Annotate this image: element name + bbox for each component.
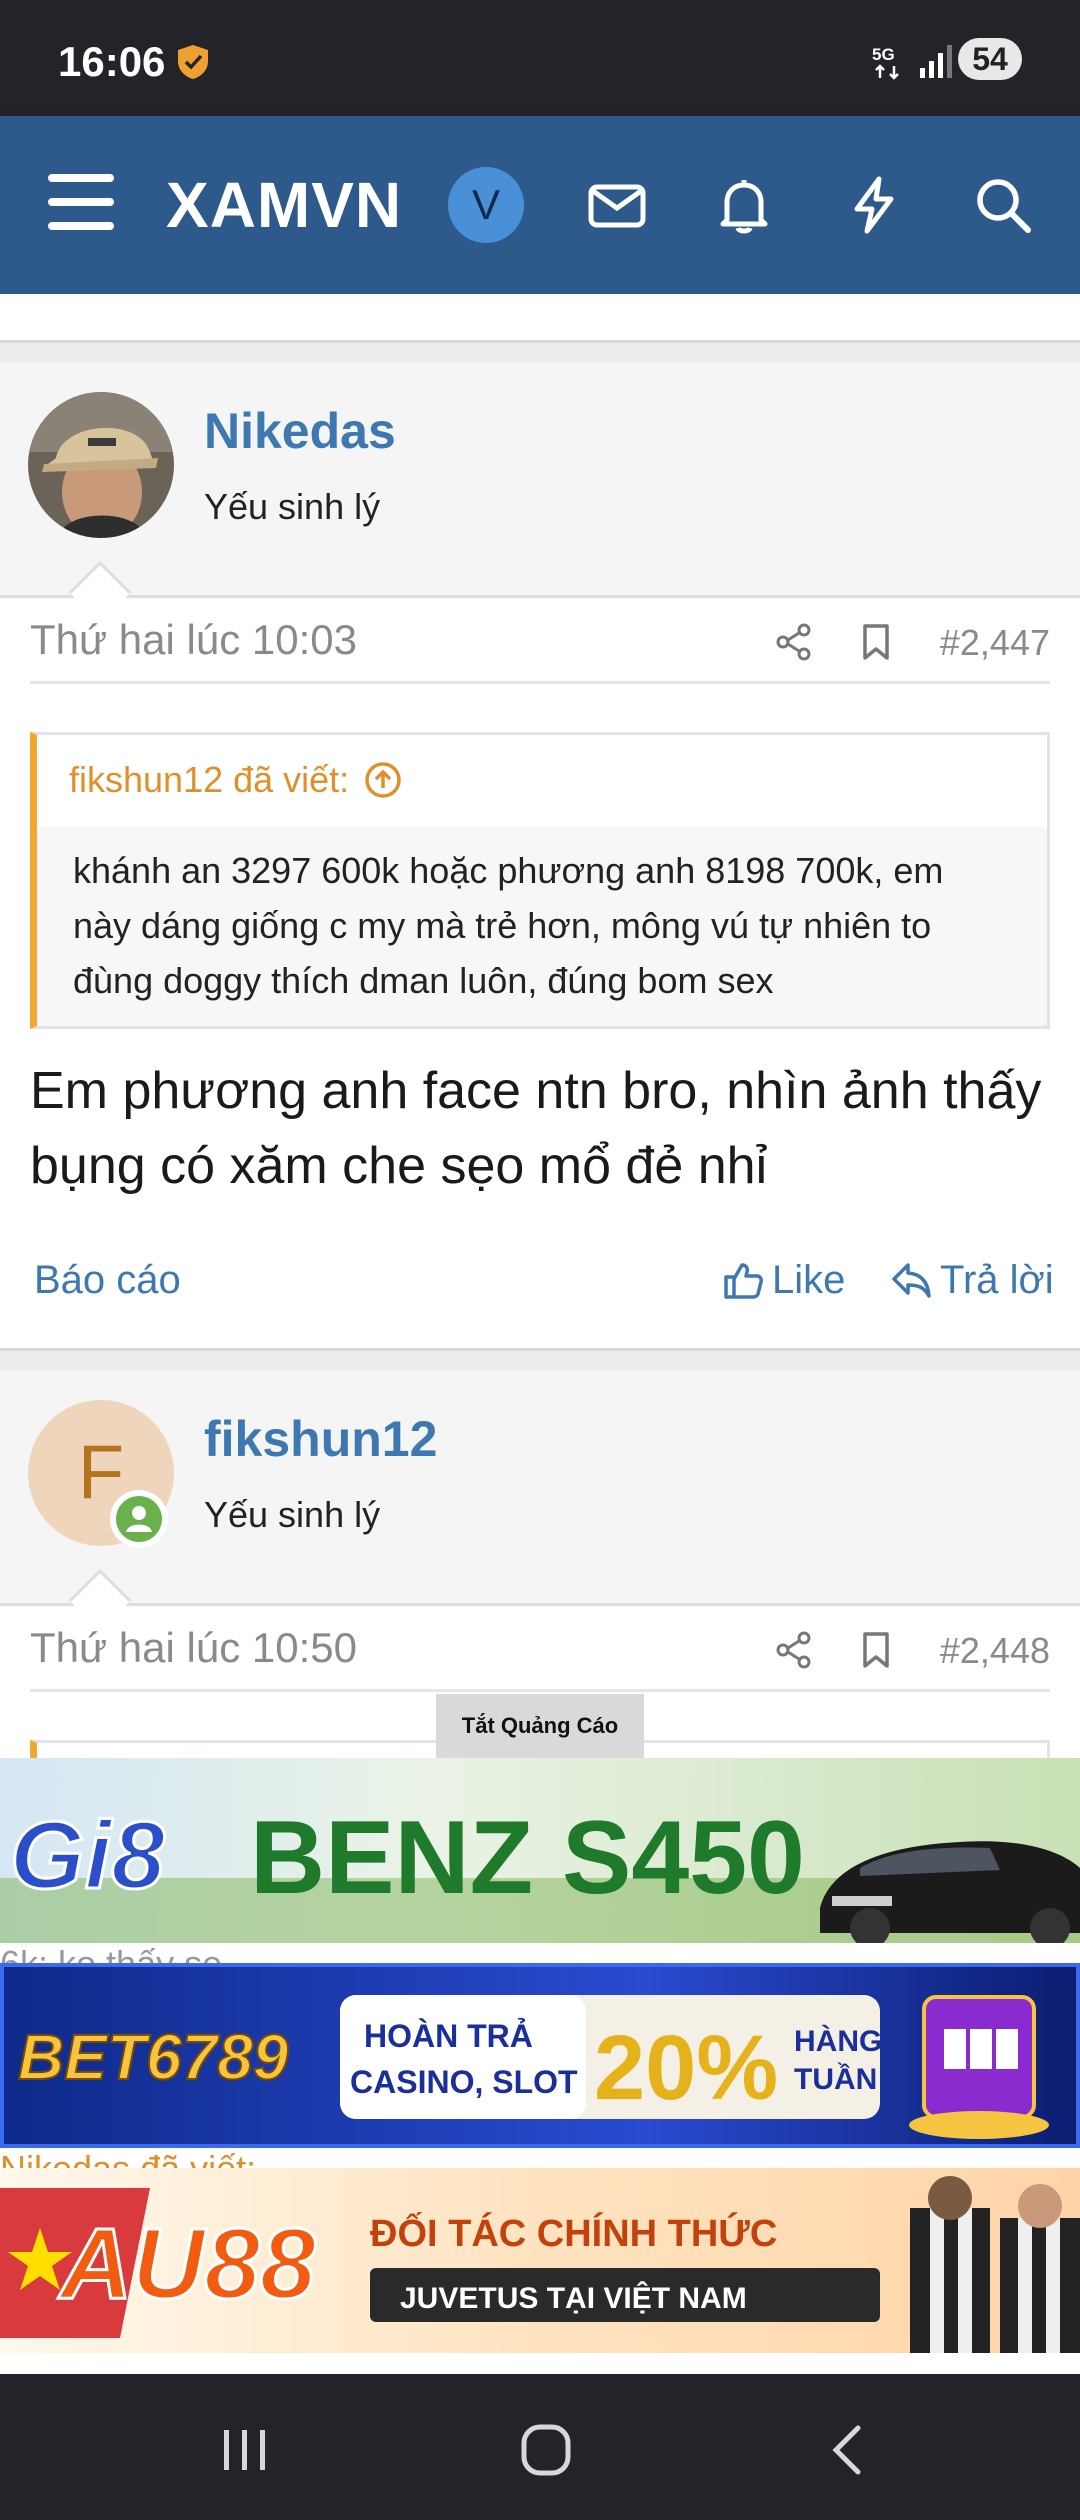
quote-author: fikshun12 đã viết:	[69, 759, 350, 800]
post-text-peek: 6k: ko thấy se	[0, 1943, 1080, 1963]
ad2-line1: HOÀN TRẢ	[364, 2018, 533, 2054]
app-header: XAMVN V	[0, 116, 1080, 294]
ad2-suffix1: HÀNG	[794, 2024, 882, 2058]
post-text: Em phương anh face ntn bro, nhìn ảnh thấ…	[30, 1062, 1042, 1195]
svg-text:5G: 5G	[872, 45, 895, 64]
online-status-icon	[110, 1490, 168, 1548]
quote-header[interactable]: fikshun12 đã viết:	[37, 735, 1047, 827]
post-number[interactable]: #2,447	[940, 622, 1050, 664]
menu-icon[interactable]	[48, 174, 114, 234]
home-icon[interactable]	[516, 2422, 576, 2478]
5g-icon: 5G	[872, 45, 899, 80]
like-button[interactable]: Like	[722, 1258, 845, 1303]
username[interactable]: Nikedas	[204, 402, 396, 460]
report-link[interactable]: Báo cáo	[34, 1258, 181, 1303]
bell-icon[interactable]	[713, 174, 775, 236]
ad-banner-au88[interactable]: AU88 ĐỐI TÁC CHÍNH THỨC JUVETUS TẠI VIỆT…	[0, 2168, 1080, 2353]
system-nav-bar	[0, 2374, 1080, 2520]
arrow-up-circle-icon[interactable]	[363, 760, 403, 800]
quote-block: fikshun12 đã viết: khánh an 3297 600k ho…	[30, 732, 1050, 1029]
ad-banner-gi8[interactable]: Gi8 BENZ S450	[0, 1758, 1080, 1943]
bookmark-icon[interactable]	[856, 1630, 896, 1670]
post-divider	[0, 1348, 1080, 1370]
ad2-brand: BET6789	[18, 2021, 289, 2093]
site-logo[interactable]: XAMVN	[166, 168, 402, 242]
search-icon[interactable]	[972, 174, 1034, 236]
post-meta: Thứ hai lúc 10:50 #2,448	[30, 1612, 1050, 1692]
share-icon[interactable]	[774, 1630, 814, 1670]
ad-banner-bet6789[interactable]: BET6789 HOÀN TRẢ CASINO, SLOT 20% HÀNG T…	[0, 1963, 1080, 2148]
ad3-brand: AU88	[57, 2208, 316, 2320]
thumbs-up-icon	[724, 1263, 763, 1299]
post-meta: Thứ hai lúc 10:03 #2,447	[30, 604, 1050, 684]
post-date[interactable]: Thứ hai lúc 10:03	[30, 616, 357, 664]
user-title: Yếu sinh lý	[204, 486, 381, 527]
ad3-line1: ĐỐI TÁC CHÍNH THỨC	[370, 2210, 777, 2255]
post-user-block: F fikshun12 Yếu sinh lý	[0, 1370, 1080, 1632]
quote-text: khánh an 3297 600k hoặc phương anh 8198 …	[73, 850, 944, 1001]
shield-icon	[178, 45, 208, 79]
status-time: 16:06	[58, 38, 166, 85]
signal-icon	[920, 45, 952, 78]
bookmark-icon[interactable]	[856, 622, 896, 662]
post-actions: Báo cáo Like Trả lời	[0, 1242, 1080, 1332]
bolt-icon[interactable]	[843, 174, 905, 236]
recent-apps-icon[interactable]	[214, 2422, 274, 2478]
account-avatar[interactable]: V	[448, 167, 524, 243]
ad2-suffix2: TUẦN	[794, 2062, 877, 2096]
back-icon[interactable]	[818, 2422, 878, 2478]
ad1-headline: BENZ S450	[250, 1800, 805, 1916]
ad2-line2: CASINO, SLOT	[350, 2064, 578, 2100]
like-label: Like	[772, 1258, 846, 1302]
avatar[interactable]	[28, 392, 174, 538]
battery-indicator: 54	[958, 38, 1022, 80]
post-user-block: Nikedas Yếu sinh lý	[0, 362, 1080, 624]
reply-icon	[892, 1263, 931, 1298]
ad1-brand: Gi8	[10, 1802, 165, 1909]
reply-button[interactable]: Trả lời	[890, 1258, 1054, 1303]
quote-author-peek: Nikedas đã viết:	[0, 2148, 1080, 2168]
ad3-line2: JUVETUS TẠI VIỆT NAM	[400, 2281, 747, 2315]
divider	[0, 340, 1080, 362]
user-title: Yếu sinh lý	[204, 1494, 381, 1535]
reply-label: Trả lời	[940, 1258, 1054, 1302]
post-number[interactable]: #2,448	[940, 1630, 1050, 1672]
share-icon[interactable]	[774, 622, 814, 662]
username[interactable]: fikshun12	[204, 1410, 437, 1468]
ad2-percent: 20%	[594, 2017, 778, 2119]
status-bar: 16:06 5G 54	[0, 0, 1080, 116]
close-ads-button[interactable]: Tắt Quảng Cáo	[436, 1694, 644, 1758]
mail-icon[interactable]	[586, 174, 648, 236]
post-date[interactable]: Thứ hai lúc 10:50	[30, 1624, 357, 1672]
